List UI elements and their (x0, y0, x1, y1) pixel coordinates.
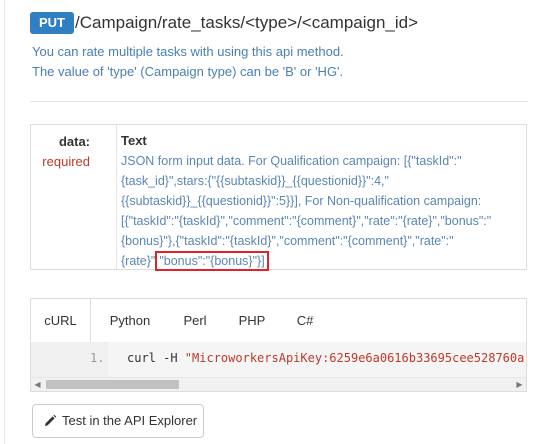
code-editor[interactable]: 1. curl -H "MicroworkersApiKey:6259e6a06… (31, 342, 526, 391)
param-name: data: (58, 134, 90, 149)
param-description-line5: {bonus}"},{"taskId":"{taskId}","comment"… (121, 234, 454, 248)
horizontal-scrollbar[interactable]: ◀ ▶ (31, 377, 526, 391)
scroll-right-arrow-icon[interactable]: ▶ (513, 378, 526, 391)
param-description-line6-text: {rate}" (121, 254, 156, 268)
param-column-divider (116, 125, 117, 269)
page-left-border (4, 0, 5, 444)
param-description-line2: {task_id}",stars:{"{{subtaskid}}_{{quest… (121, 174, 389, 188)
highlighted-bonus-field: "bonus":"{bonus}"}] (155, 251, 269, 271)
param-type: Text (121, 133, 147, 148)
param-description-line6: {rate}" "bonus":"{bonus}"}] (121, 251, 269, 271)
http-method-badge: PUT (30, 12, 74, 34)
tab-python[interactable]: Python (100, 299, 160, 342)
endpoint-description-line2: The value of 'type' (Campaign type) can … (32, 64, 344, 79)
param-description-line3: {{subtaskid}}_{{questionid}}":5}}], For … (121, 194, 482, 208)
tab-perl[interactable]: Perl (170, 299, 220, 342)
line-number: 1. (90, 351, 105, 365)
test-in-api-explorer-button[interactable]: Test in the API Explorer (32, 404, 204, 438)
code-line: curl -H "MicroworkersApiKey:6259e6a0616b… (127, 351, 527, 365)
endpoint-path: /Campaign/rate_tasks/<type>/<campaign_id… (75, 13, 419, 32)
param-description-line4: [{"taskId":"{taskId}","comment":"{commen… (121, 214, 492, 228)
endpoint-description-line1: You can rate multiple tasks with using t… (32, 44, 344, 59)
scrollbar-thumb[interactable] (46, 380, 179, 389)
scroll-left-arrow-icon[interactable]: ◀ (31, 378, 44, 391)
param-required-flag: required (42, 154, 90, 169)
tab-csharp[interactable]: C# (285, 299, 325, 342)
code-sample-panel: cURL Python Perl PHP C# 1. curl -H "Micr… (30, 298, 527, 392)
code-string: "MicroworkersApiKey:6259e6a0616b33695cee… (184, 351, 525, 365)
tab-curl[interactable]: cURL (30, 298, 91, 342)
code-command: curl -H (127, 351, 185, 365)
parameter-table: data: required Text JSON form input data… (30, 124, 527, 271)
section-divider (30, 101, 528, 102)
param-description-line1: JSON form input data. For Qualification … (121, 154, 462, 168)
tab-php[interactable]: PHP (227, 299, 277, 342)
code-tab-bar: cURL Python Perl PHP C# (30, 298, 526, 343)
explorer-button-label: Test in the API Explorer (62, 413, 198, 428)
pencil-icon (45, 414, 57, 426)
